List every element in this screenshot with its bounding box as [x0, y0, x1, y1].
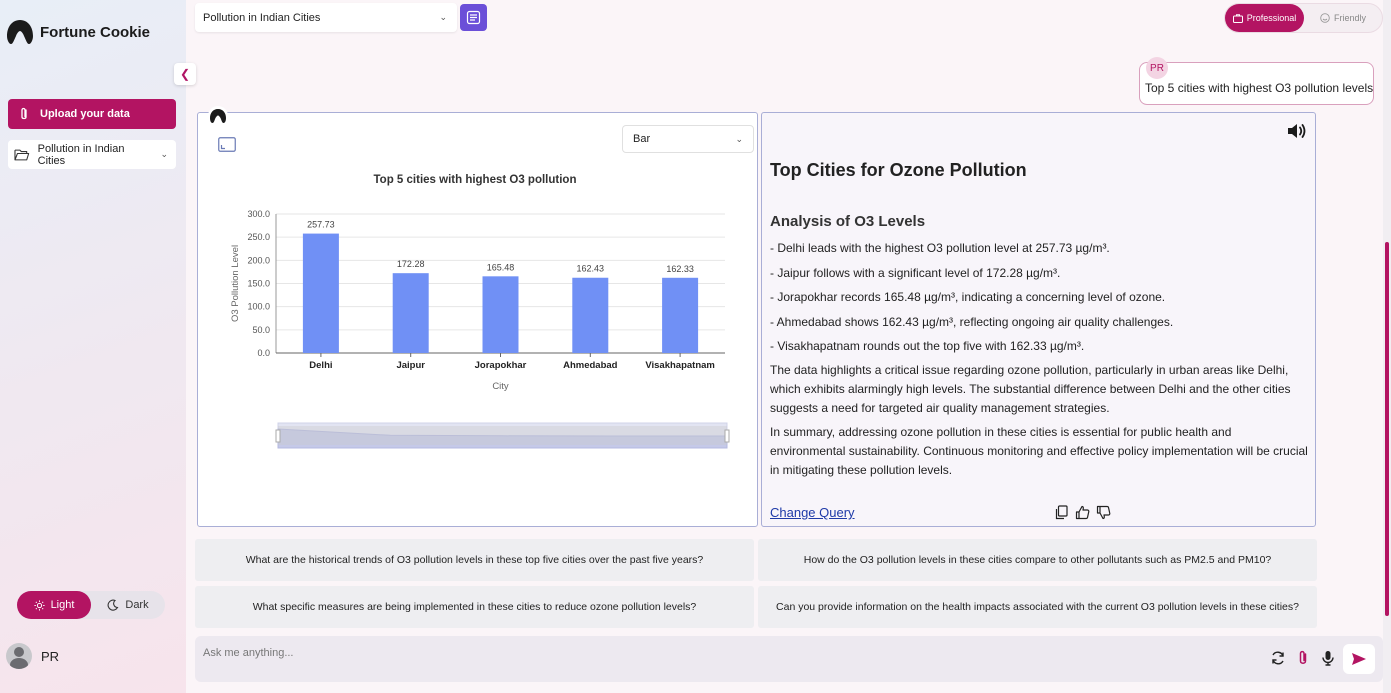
user-profile[interactable]: PR [6, 643, 59, 669]
bar [482, 276, 519, 353]
user-query-avatar: PR [1146, 57, 1168, 79]
theme-toggle: Light Dark [17, 591, 165, 619]
theme-light-button[interactable]: Light [17, 591, 91, 619]
bar [572, 277, 609, 353]
response-bullet: - Visakhapatnam rounds out the top five … [770, 339, 1085, 353]
copy-icon[interactable] [1054, 505, 1069, 520]
suggestion-chip[interactable]: How do the O3 pollution levels in these … [758, 539, 1317, 581]
chevron-left-icon: ❮ [179, 67, 191, 81]
y-tick-label: 0.0 [257, 348, 270, 358]
x-tick-label: Ahmedabad [563, 360, 618, 371]
chat-input[interactable] [203, 644, 903, 662]
y-axis-label: O3 Pollution Level [230, 245, 241, 322]
x-tick-label: Jaipur [396, 360, 425, 371]
y-tick-label: 250.0 [247, 232, 270, 242]
speaker-icon[interactable] [1286, 121, 1308, 141]
briefcase-icon [1232, 13, 1243, 23]
expand-icon[interactable] [218, 137, 236, 152]
thumbs-down-icon[interactable] [1096, 505, 1111, 520]
upload-data-label: Upload your data [40, 108, 130, 120]
response-subtitle: Analysis of O3 Levels [770, 213, 926, 230]
bar [302, 233, 339, 353]
theme-dark-button[interactable]: Dark [91, 591, 165, 619]
thumbs-up-icon[interactable] [1075, 505, 1090, 520]
chevron-down-icon: ⌄ [160, 149, 168, 159]
dataset-dropdown[interactable]: Pollution in Indian Cities ⌄ [195, 3, 457, 32]
x-tick-label: Visakhapatnam [645, 360, 715, 371]
zoom-handle-right [724, 429, 730, 443]
bar-value-label: 162.43 [577, 264, 605, 274]
app-name: Fortune Cookie [40, 23, 151, 41]
theme-light-label: Light [50, 599, 75, 611]
collapse-sidebar-button[interactable]: ❮ [174, 63, 196, 85]
x-tick-label: Delhi [309, 360, 332, 371]
y-tick-label: 50.0 [252, 325, 270, 335]
friendly-mode-button[interactable]: Friendly [1304, 4, 1382, 32]
y-tick-label: 300.0 [247, 209, 270, 219]
avatar [6, 643, 32, 669]
zoom-handle-left [275, 429, 281, 443]
response-bullet: - Delhi leads with the highest O3 pollut… [770, 241, 1110, 255]
theme-dark-label: Dark [125, 599, 149, 611]
paperclip-icon [21, 107, 27, 120]
response-paragraph: In summary, addressing ozone pollution i… [770, 425, 1308, 477]
chevron-down-icon: ⌄ [735, 133, 743, 144]
suggestion-chip[interactable]: What are the historical trends of O3 pol… [195, 539, 754, 581]
response-bullet: - Jaipur follows with a significant leve… [770, 266, 1061, 280]
dataset-selector[interactable]: Pollution in Indian Cities ⌄ [8, 140, 176, 169]
moon-icon [107, 599, 119, 611]
input-actions [1270, 650, 1336, 666]
tone-mode-toggle: Professional Friendly [1224, 3, 1383, 33]
y-tick-label: 150.0 [247, 279, 270, 289]
sun-icon [34, 599, 45, 611]
user-query-text: Top 5 cities with highest O3 pollution l… [1145, 81, 1374, 95]
attach-icon[interactable] [1295, 650, 1311, 666]
data-view-button[interactable] [460, 4, 487, 31]
sidebar: Fortune Cookie Upload your data Pollutio… [0, 0, 186, 693]
response-bullet: - Jorapokhar records 165.48 µg/m³, indic… [770, 290, 1166, 304]
zoom-slider-window [278, 426, 727, 445]
bar-value-label: 165.48 [487, 262, 515, 272]
folder-open-icon [14, 149, 30, 161]
chart-title: Top 5 cities with highest O3 pollution [374, 174, 577, 186]
professional-mode-button[interactable]: Professional [1225, 4, 1304, 32]
bar [662, 277, 699, 353]
app-logo: Fortune Cookie [6, 18, 150, 46]
chart-type-value: Bar [633, 133, 651, 145]
x-axis-label: City [492, 381, 509, 392]
upload-data-button[interactable]: Upload your data [8, 99, 176, 129]
change-query-link[interactable]: Change Query [770, 505, 855, 520]
o3-bar-chart: Top 5 cities with highest O3 pollution 0.… [230, 174, 730, 449]
suggestion-chip[interactable]: Can you provide information on the healt… [758, 586, 1317, 628]
page-scrollbar-thumb[interactable] [1385, 242, 1389, 616]
response-paragraph: The data highlights a critical issue reg… [770, 363, 1291, 415]
y-tick-label: 100.0 [247, 302, 270, 312]
dataset-dropdown-value: Pollution in Indian Cities [203, 11, 321, 24]
fortune-cookie-logo-icon [7, 20, 33, 44]
refresh-icon[interactable] [1270, 650, 1286, 666]
response-title: Top Cities for Ozone Pollution [770, 160, 1027, 180]
bar-value-label: 172.28 [397, 259, 425, 269]
chevron-down-icon: ⌄ [439, 12, 447, 22]
send-icon [1352, 653, 1366, 665]
send-button[interactable] [1343, 644, 1375, 674]
professional-mode-label: Professional [1246, 13, 1297, 23]
smile-icon [1320, 13, 1330, 23]
y-tick-label: 200.0 [247, 255, 270, 265]
bar-value-label: 162.33 [666, 264, 694, 274]
suggestion-chip[interactable]: What specific measures are being impleme… [195, 586, 754, 628]
bot-avatar-icon [208, 106, 228, 126]
dataset-label: Pollution in Indian Cities [37, 142, 125, 167]
response-bullet: - Ahmedabad shows 162.43 µg/m³, reflecti… [770, 315, 1174, 329]
feedback-actions [1054, 505, 1111, 520]
chart-type-select[interactable]: Bar ⌄ [622, 125, 754, 153]
x-tick-label: Jorapokhar [475, 360, 527, 371]
friendly-mode-label: Friendly [1333, 13, 1366, 23]
user-name: PR [41, 648, 60, 664]
microphone-icon[interactable] [1320, 650, 1336, 666]
document-list-icon [466, 10, 481, 25]
bar-value-label: 257.73 [307, 220, 335, 230]
bar [392, 273, 429, 353]
